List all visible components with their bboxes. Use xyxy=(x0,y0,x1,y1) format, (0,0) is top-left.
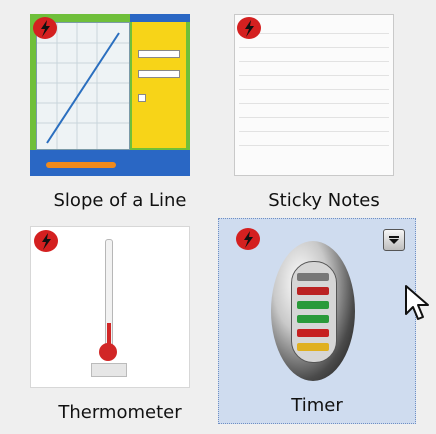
slope-graph xyxy=(36,22,130,150)
flash-icon xyxy=(33,17,57,39)
timer-green-bar xyxy=(297,315,329,323)
flash-icon xyxy=(34,230,58,252)
timer-green-bar xyxy=(297,301,329,309)
tile-caption: Timer xyxy=(291,395,343,416)
slope-line-icon xyxy=(37,23,129,149)
thumbnail-sticky-notes[interactable] xyxy=(234,14,394,176)
timer-red-bar xyxy=(297,329,329,337)
slope-header xyxy=(130,14,190,22)
timer-red-bar xyxy=(297,287,329,295)
slope-slider xyxy=(46,162,116,168)
tile-caption: Thermometer xyxy=(58,402,182,423)
tile-caption: Slope of a Line xyxy=(53,190,187,211)
timer-yellow-bar xyxy=(297,343,329,351)
widget-tile-sticky-notes[interactable]: Sticky Notes xyxy=(226,8,422,220)
thumbnail-timer[interactable] xyxy=(233,225,393,387)
timer-digit-bar xyxy=(297,273,329,281)
widget-tile-slope[interactable]: Slope of a Line xyxy=(22,8,218,220)
tile-caption: Sticky Notes xyxy=(268,190,380,211)
flash-icon xyxy=(236,228,260,250)
thumbnail-thermometer[interactable] xyxy=(30,226,190,388)
mouse-cursor-icon xyxy=(405,285,429,320)
slope-controls-panel xyxy=(132,22,186,148)
widget-tile-thermometer[interactable]: Thermometer xyxy=(22,220,218,432)
thermometer-bulb xyxy=(99,343,117,361)
thumbnail-slope[interactable] xyxy=(30,14,190,176)
chevron-down-icon xyxy=(389,236,399,244)
tile-menu-dropdown-button[interactable] xyxy=(383,229,405,251)
widget-tile-timer[interactable]: Timer xyxy=(218,218,416,424)
thermometer-base xyxy=(91,363,127,377)
flash-icon xyxy=(237,17,261,39)
